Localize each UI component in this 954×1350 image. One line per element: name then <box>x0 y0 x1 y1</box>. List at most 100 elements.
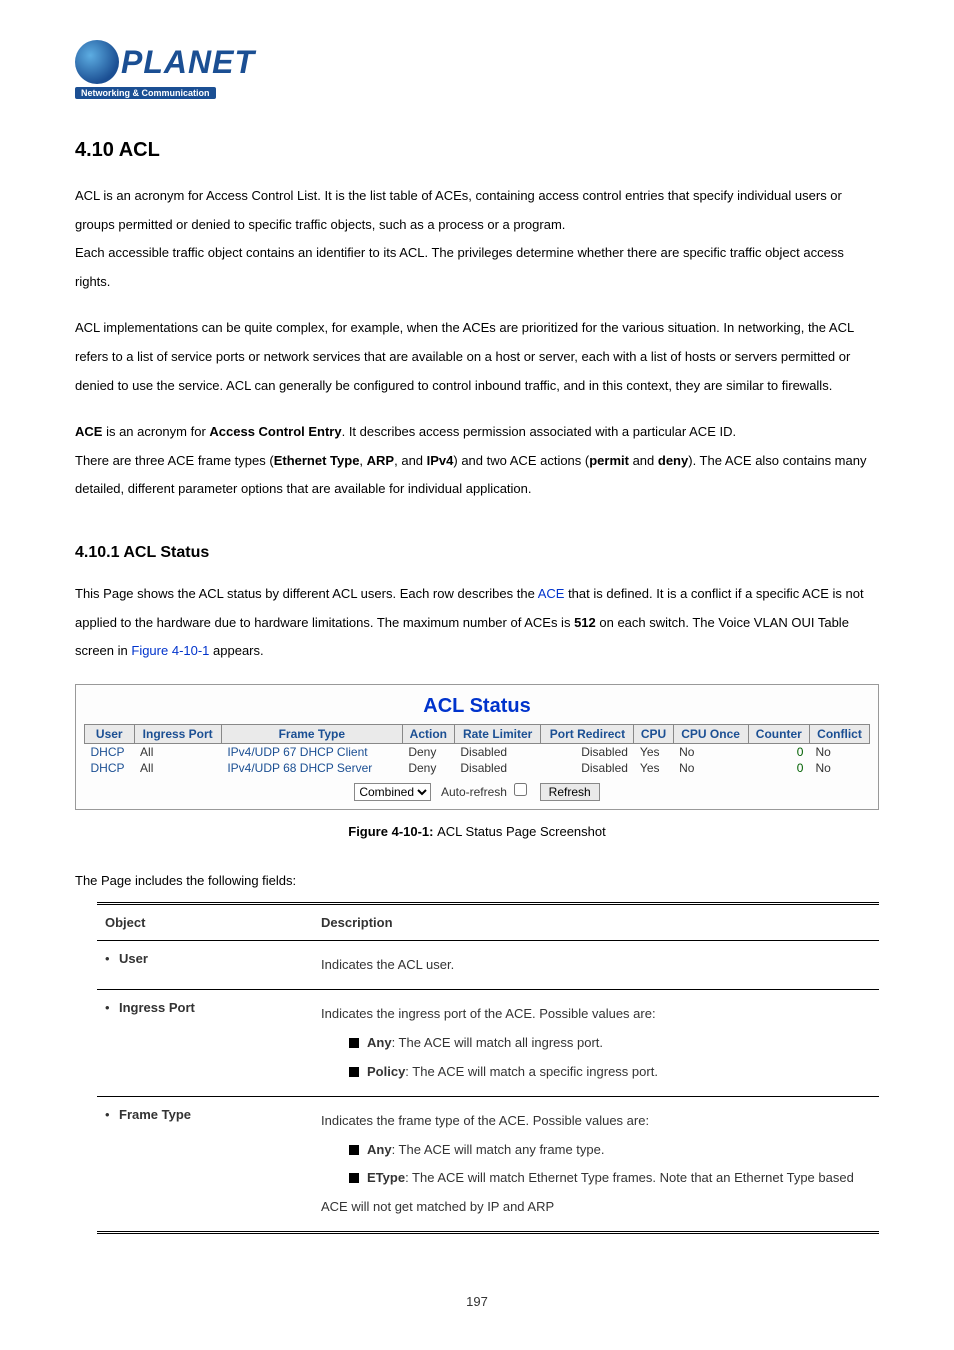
value-any: Any <box>367 1035 392 1050</box>
value-any: Any <box>367 1142 392 1157</box>
cell-cpuonce: No <box>673 760 748 776</box>
fields-table: Object Description •User Indicates the A… <box>97 902 879 1235</box>
cell-redirect: Disabled <box>541 760 634 776</box>
object-name: Ingress Port <box>119 1000 195 1015</box>
text: . It describes access permission associa… <box>342 424 737 439</box>
text: Auto-refresh <box>441 785 507 799</box>
term-permit: permit <box>589 453 629 468</box>
cell-redirect: Disabled <box>541 743 634 760</box>
term-deny: deny <box>658 453 688 468</box>
cell-cpu: Yes <box>634 760 673 776</box>
paragraph-acl-status-intro: This Page shows the ACL status by differ… <box>75 580 879 666</box>
cell-description: Indicates the ACL user. <box>313 940 879 990</box>
object-name: Frame Type <box>119 1107 191 1122</box>
cell-frame: IPv4/UDP 68 DHCP Server <box>221 760 402 776</box>
text: Each accessible traffic object contains … <box>75 245 844 289</box>
term-ethernet-type: Ethernet Type <box>274 453 360 468</box>
col-rate-limiter: Rate Limiter <box>454 724 541 743</box>
brand-name: PLANET <box>121 44 255 81</box>
caption-text: ACL Status Page Screenshot <box>437 824 606 839</box>
table-header-row: User Ingress Port Frame Type Action Rate… <box>85 724 870 743</box>
cell-conflict: No <box>809 760 869 776</box>
cell-user: DHCP <box>85 760 135 776</box>
cell-cpu: Yes <box>634 743 673 760</box>
link-ace[interactable]: ACE <box>538 586 565 601</box>
heading-acl: 4.10 ACL <box>75 139 879 162</box>
refresh-button[interactable]: Refresh <box>540 783 600 801</box>
page-number: 197 <box>75 1294 879 1309</box>
figure-caption: Figure 4-10-1: ACL Status Page Screensho… <box>75 824 879 839</box>
col-frame-type: Frame Type <box>221 724 402 743</box>
auto-refresh-checkbox[interactable] <box>514 783 527 796</box>
panel-title: ACL Status <box>84 695 870 718</box>
square-bullet-icon <box>349 1173 359 1183</box>
acl-status-table: User Ingress Port Frame Type Action Rate… <box>84 724 870 776</box>
value-policy: Policy <box>367 1064 405 1079</box>
cell-counter: 0 <box>748 743 809 760</box>
table-row: •User Indicates the ACL user. <box>97 940 879 990</box>
term-ace: ACE <box>75 424 102 439</box>
cell-user: DHCP <box>85 743 135 760</box>
object-name: User <box>119 951 148 966</box>
square-bullet-icon <box>349 1145 359 1155</box>
cell-object: •Ingress Port <box>97 990 313 1097</box>
link-figure[interactable]: Figure 4-10-1 <box>131 643 209 658</box>
term-access-control-entry: Access Control Entry <box>209 424 341 439</box>
fields-intro: The Page includes the following fields: <box>75 873 879 888</box>
term-ipv4: IPv4 <box>427 453 454 468</box>
text: is an acronym for <box>102 424 209 439</box>
cell-conflict: No <box>809 743 869 760</box>
table-row: DHCP All IPv4/UDP 67 DHCP Client Deny Di… <box>85 743 870 760</box>
cell-action: Deny <box>402 743 454 760</box>
col-ingress-port: Ingress Port <box>134 724 221 743</box>
user-filter-select[interactable]: Combined <box>354 783 431 801</box>
text: Indicates the ingress port of the ACE. P… <box>321 1006 656 1021</box>
text: , <box>359 453 366 468</box>
cell-frame: IPv4/UDP 67 DHCP Client <box>221 743 402 760</box>
text: : The ACE will match any frame type. <box>392 1142 605 1157</box>
paragraph-acl-impl: ACL implementations can be quite complex… <box>75 314 879 400</box>
text: ) and two ACE actions ( <box>453 453 589 468</box>
col-user: User <box>85 724 135 743</box>
col-port-redirect: Port Redirect <box>541 724 634 743</box>
table-header-row: Object Description <box>97 903 879 940</box>
cell-cpuonce: No <box>673 743 748 760</box>
term-arp: ARP <box>367 453 394 468</box>
col-counter: Counter <box>748 724 809 743</box>
square-bullet-icon <box>349 1067 359 1077</box>
brand-tagline: Networking & Communication <box>75 87 216 99</box>
col-description: Description <box>313 903 879 940</box>
cell-ingress: All <box>134 743 221 760</box>
table-row: •Ingress Port Indicates the ingress port… <box>97 990 879 1097</box>
text: appears. <box>209 643 263 658</box>
heading-acl-status: 4.10.1 ACL Status <box>75 544 879 562</box>
col-cpu-once: CPU Once <box>673 724 748 743</box>
text: This Page shows the ACL status by differ… <box>75 586 538 601</box>
acl-status-panel: ACL Status User Ingress Port Frame Type … <box>75 684 879 810</box>
cell-object: •User <box>97 940 313 990</box>
table-row: DHCP All IPv4/UDP 68 DHCP Server Deny Di… <box>85 760 870 776</box>
text: ACL is an acronym for Access Control Lis… <box>75 188 842 232</box>
cell-action: Deny <box>402 760 454 776</box>
value-etype: EType <box>367 1170 405 1185</box>
cell-counter: 0 <box>748 760 809 776</box>
cell-description: Indicates the frame type of the ACE. Pos… <box>313 1097 879 1233</box>
cell-description: Indicates the ingress port of the ACE. P… <box>313 990 879 1097</box>
cell-ingress: All <box>134 760 221 776</box>
col-cpu: CPU <box>634 724 673 743</box>
text: , and <box>394 453 427 468</box>
text: : The ACE will match a specific ingress … <box>405 1064 658 1079</box>
auto-refresh-label: Auto-refresh <box>441 785 534 799</box>
text: There are three ACE frame types ( <box>75 453 274 468</box>
text: Indicates the frame type of the ACE. Pos… <box>321 1113 649 1128</box>
col-object: Object <box>97 903 313 940</box>
cell-rate: Disabled <box>454 743 541 760</box>
text: : The ACE will match all ingress port. <box>392 1035 603 1050</box>
cell-rate: Disabled <box>454 760 541 776</box>
brand-logo: PLANET Networking & Communication <box>75 40 879 99</box>
caption-prefix: Figure 4-10-1: <box>348 824 437 839</box>
globe-icon <box>75 40 119 84</box>
text: and <box>629 453 658 468</box>
paragraph-acl-intro: ACL is an acronym for Access Control Lis… <box>75 182 879 296</box>
col-action: Action <box>402 724 454 743</box>
